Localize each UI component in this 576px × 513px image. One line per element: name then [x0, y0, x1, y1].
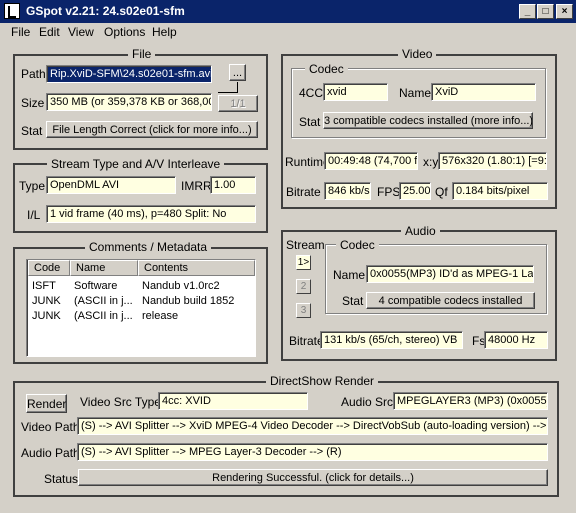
path-field[interactable]: Rip.XviD-SFM\24.s02e01-sfm.avi — [46, 65, 212, 83]
row-contents[interactable]: release — [142, 310, 178, 322]
audio-bitrate-label: Bitrate — [289, 334, 324, 348]
fourcc-label: 4CC — [299, 86, 324, 100]
runtime-label: Runtime — [285, 155, 330, 169]
video-bitrate-field: 846 kb/s — [324, 182, 371, 200]
xy-label: x:y — [423, 155, 439, 169]
minimize-button[interactable]: _ — [519, 4, 536, 19]
video-path-field: (S) --> AVI Splitter --> XviD MPEG-4 Vid… — [77, 417, 548, 435]
il-label: I/L — [27, 208, 41, 222]
menu-edit[interactable]: Edit — [39, 25, 60, 39]
audio-legend: Audio — [401, 224, 440, 238]
file-stat-button[interactable]: File Length Correct (click for more info… — [46, 121, 258, 138]
audio-src-label: Audio Src — [341, 395, 394, 409]
render-status-button[interactable]: Rendering Successful. (click for details… — [78, 469, 548, 486]
size-label: Size — [21, 96, 45, 110]
imrr-field: 1.00 — [210, 176, 256, 194]
video-codec-stat-button[interactable]: 3 compatible codecs installed (more info… — [323, 112, 533, 129]
file-legend: File — [128, 47, 156, 61]
menu-help[interactable]: Help — [152, 25, 177, 39]
row-name[interactable]: Software — [74, 280, 136, 292]
render-button[interactable]: Render — [26, 394, 67, 413]
audio-name-label: Name — [333, 268, 366, 282]
audio-stream-label: Stream — [286, 238, 325, 252]
audio-path-field: (S) --> AVI Splitter --> MPEG Layer-3 De… — [77, 443, 548, 461]
audio-stat-label: Stat — [342, 294, 364, 308]
row-contents[interactable]: Nandub v1.0rc2 — [142, 280, 220, 292]
menu-file[interactable]: File — [11, 25, 30, 39]
menu-view[interactable]: View — [68, 25, 94, 39]
codec-name-label: Name — [399, 86, 432, 100]
connector-line — [237, 82, 238, 92]
type-field: OpenDML AVI — [46, 176, 176, 194]
maximize-button[interactable]: □ — [537, 4, 554, 19]
row-code[interactable]: JUNK — [32, 310, 61, 322]
xy-field: 576x320 (1.80:1) [=9: — [438, 152, 547, 170]
type-label: Type — [19, 179, 46, 193]
audio-codec-stat-button[interactable]: 4 compatible codecs installed — [366, 292, 535, 309]
path-label: Path — [21, 67, 46, 81]
video-src-type-label: Video Src Type — [80, 395, 161, 409]
row-code[interactable]: JUNK — [32, 295, 61, 307]
fps-label: FPS — [377, 185, 401, 199]
close-button[interactable]: × — [556, 4, 573, 19]
video-src-type-field: 4cc: XVID — [158, 392, 308, 410]
menu-bar: File Edit View Options Help — [0, 23, 576, 41]
audio-name-field: 0x0055(MP3) ID'd as MPEG-1 Lay — [366, 265, 534, 283]
video-stat-label: Stat — [299, 115, 321, 129]
part-button[interactable]: 1/1 — [218, 95, 258, 112]
directshow-legend: DirectShow Render — [266, 374, 379, 388]
audio-stream-1-button[interactable]: 1> — [296, 255, 311, 270]
fs-field: 48000 Hz — [484, 331, 548, 349]
browse-button[interactable]: ... — [229, 64, 246, 81]
codec-name-field: XviD — [431, 83, 536, 101]
fps-field: 25.00 — [399, 182, 431, 200]
audio-codec-legend: Codec — [336, 238, 379, 252]
qf-label: Qf — [435, 185, 448, 199]
title-bar[interactable]: GSpot v2.21: 24.s02e01-sfm _ □ × — [0, 0, 576, 23]
video-codec-legend: Codec — [305, 62, 348, 76]
video-path-label: Video Path — [21, 420, 80, 434]
qf-field: 0.184 bits/pixel — [452, 182, 548, 200]
video-bitrate-label: Bitrate — [286, 185, 321, 199]
status-label: Status — [44, 472, 79, 486]
audio-bitrate-field: 131 kb/s (65/ch, stereo) VB — [320, 331, 463, 349]
comments-list[interactable]: Code Name Contents ISFT Software Nandub … — [26, 259, 256, 357]
row-name[interactable]: (ASCII in j... — [74, 310, 136, 322]
stat-label: Stat — [21, 124, 43, 138]
column-header-name[interactable]: Name — [70, 260, 138, 276]
row-code[interactable]: ISFT — [32, 280, 56, 292]
fourcc-field: xvid — [323, 83, 388, 101]
row-name[interactable]: (ASCII in j... — [74, 295, 136, 307]
app-icon[interactable] — [4, 3, 20, 19]
runtime-field: 00:49:48 (74,700 fr — [324, 152, 418, 170]
column-header-contents[interactable]: Contents — [138, 260, 255, 276]
connector-line — [218, 92, 238, 93]
il-field: 1 vid frame (40 ms), p=480 Split: No — [46, 205, 256, 223]
imrr-label: IMRR — [181, 179, 212, 193]
menu-options[interactable]: Options — [104, 25, 145, 39]
row-contents[interactable]: Nandub build 1852 — [142, 295, 234, 307]
size-field: 350 MB (or 359,378 KB or 368,00 — [46, 93, 212, 111]
audio-stream-3-button[interactable]: 3 — [296, 303, 311, 318]
audio-stream-2-button[interactable]: 2 — [296, 279, 311, 294]
column-header-code[interactable]: Code — [28, 260, 70, 276]
comments-legend: Comments / Metadata — [85, 240, 212, 254]
window-title: GSpot v2.21: 24.s02e01-sfm — [26, 4, 185, 18]
audio-path-label: Audio Path — [21, 446, 80, 460]
audio-src-field: MPEGLAYER3 (MP3) (0x0055) — [393, 392, 548, 410]
video-legend: Video — [398, 47, 437, 61]
stream-type-legend: Stream Type and A/V Interleave — [47, 157, 225, 171]
